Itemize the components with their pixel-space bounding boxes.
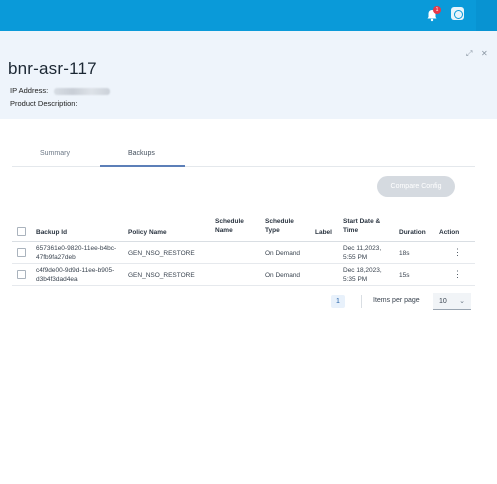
backups-table: Backup Id Policy Name Schedule Name Sche… — [12, 212, 475, 286]
close-icon[interactable]: ✕ — [481, 49, 488, 58]
column-header-policy-name[interactable]: Policy Name — [128, 228, 167, 237]
pagination-divider — [361, 295, 362, 308]
expand-icon[interactable]: ⤢ — [466, 49, 472, 59]
notification-badge: 1 — [433, 6, 441, 14]
compare-config-button[interactable]: Compare Config — [377, 176, 455, 197]
current-page-button[interactable]: 1 — [331, 295, 345, 308]
column-header-duration: Duration — [399, 229, 426, 236]
ip-address-label: IP Address: — [10, 86, 49, 95]
column-header-schedule-type[interactable]: Schedule Type — [265, 217, 305, 235]
duration-cell: 15s — [399, 272, 410, 279]
column-header-start-date-time[interactable]: Start Date & Time — [343, 217, 393, 235]
start-date-cell: Dec 11,2023, 5:55 PM — [343, 245, 382, 261]
table-row: c4f9de00-9d9d-11ee-b905-d3b4f3dad4ea GEN… — [12, 264, 475, 286]
items-per-page-label: Items per page — [373, 297, 420, 304]
table-row: 657361e0-9820-11ee-b4bc-47fb9fa27deb GEN… — [12, 242, 475, 264]
backup-id-cell: 657361e0-9820-11ee-b4bc-47fb9fa27deb — [36, 245, 117, 261]
backup-id-cell: c4f9de00-9d9d-11ee-b905-d3b4f3dad4ea — [36, 267, 115, 283]
page-title: bnr-asr-117 — [8, 59, 97, 78]
row-actions-menu-icon[interactable]: ⋮ — [453, 270, 462, 279]
select-all-checkbox[interactable] — [17, 227, 26, 236]
policy-name-cell: GEN_NSO_RESTORE — [128, 250, 195, 257]
active-tab-indicator — [100, 165, 185, 167]
schedule-type-cell: On Demand — [265, 250, 301, 257]
pagination: 1 Items per page 10 ⌄ — [12, 293, 475, 313]
row-checkbox[interactable] — [17, 270, 26, 279]
items-per-page-value: 10 — [439, 298, 447, 305]
chevron-down-icon: ⌄ — [459, 298, 465, 305]
duration-cell: 18s — [399, 250, 410, 257]
top-navigation-bar: 1 — [0, 0, 497, 31]
tab-bar: Summary Backups — [12, 146, 475, 167]
ip-address-redacted — [54, 87, 111, 95]
ip-address-row: IP Address: — [10, 86, 111, 95]
column-header-backup-id[interactable]: Backup Id — [36, 228, 67, 237]
product-description-row: Product Description: — [10, 99, 78, 108]
topbar-edge-tab — [476, 0, 497, 31]
tab-backups[interactable]: Backups — [128, 150, 155, 157]
start-date-cell: Dec 18,2023, 5:35 PM — [343, 267, 382, 283]
table-header: Backup Id Policy Name Schedule Name Sche… — [12, 212, 475, 242]
product-description-label: Product Description: — [10, 99, 78, 108]
schedule-type-cell: On Demand — [265, 272, 301, 279]
column-header-action: Action — [439, 229, 460, 236]
policy-name-cell: GEN_NSO_RESTORE — [128, 272, 195, 279]
items-per-page-select[interactable]: 10 ⌄ — [433, 293, 471, 310]
column-header-label[interactable]: Label — [315, 228, 332, 237]
row-checkbox[interactable] — [17, 248, 26, 257]
tab-summary[interactable]: Summary — [40, 150, 70, 157]
row-actions-menu-icon[interactable]: ⋮ — [453, 248, 462, 257]
column-header-schedule-name[interactable]: Schedule Name — [215, 217, 255, 235]
app-launcher-icon[interactable] — [451, 7, 464, 20]
